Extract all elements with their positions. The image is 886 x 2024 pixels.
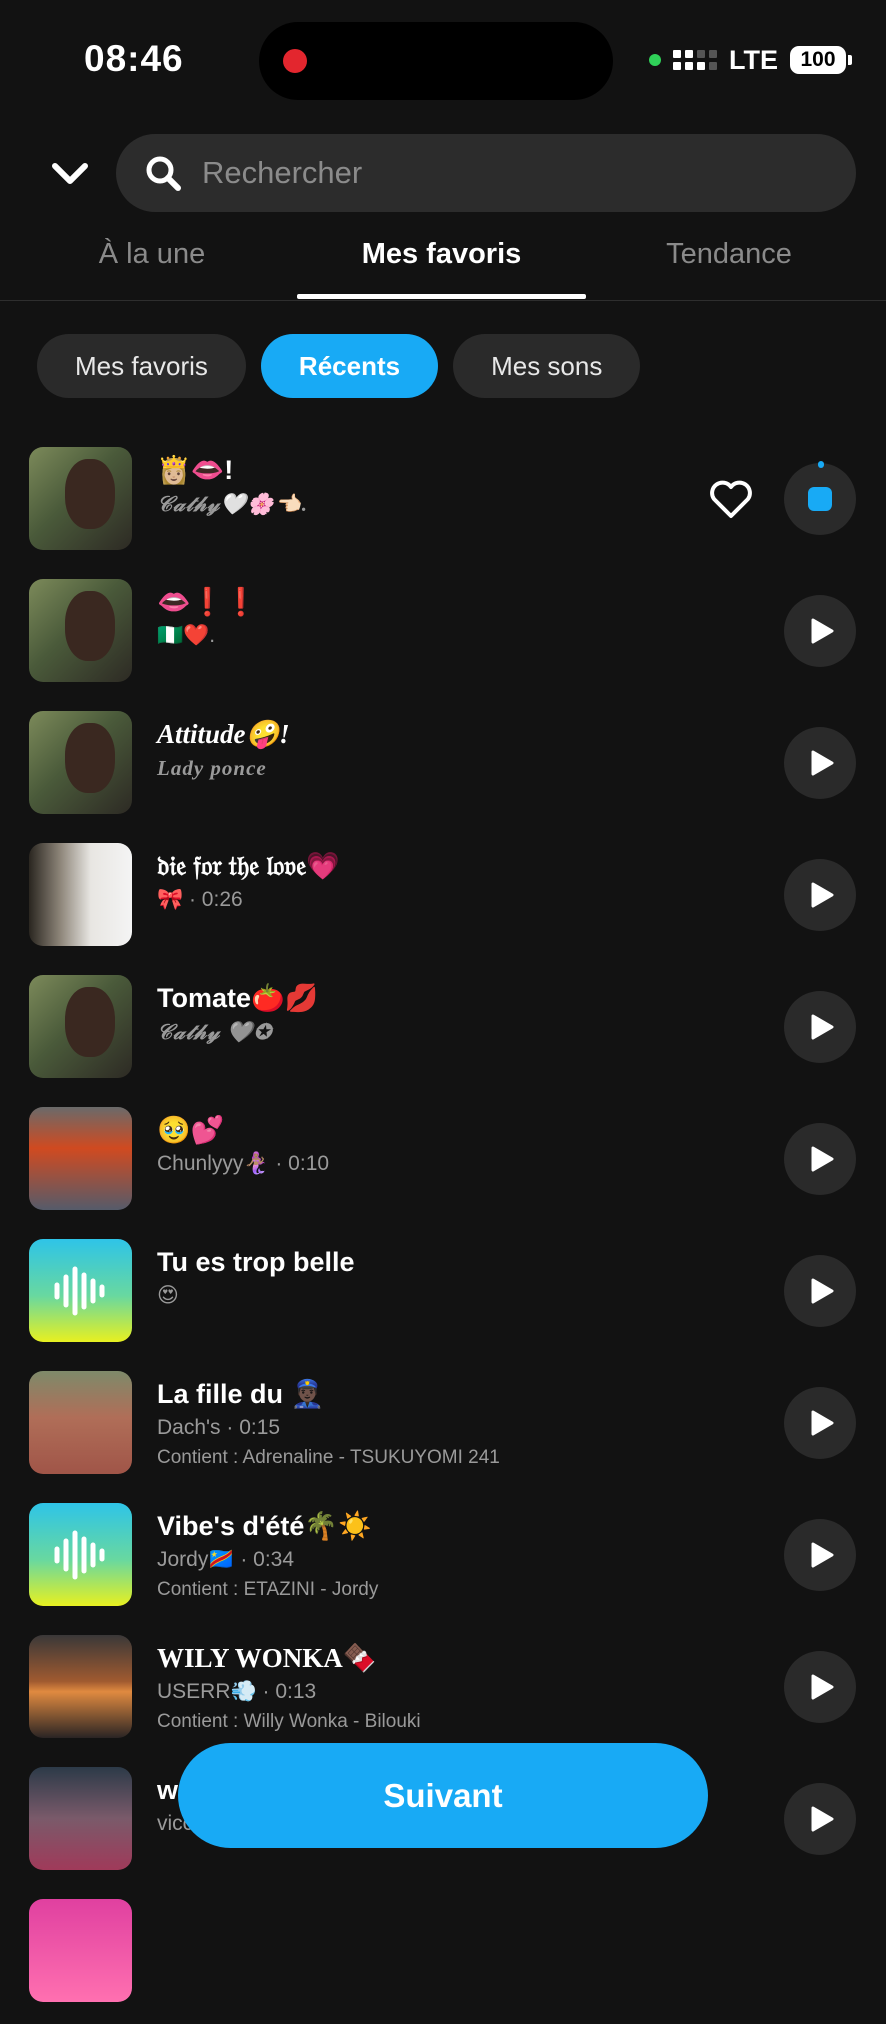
sound-subtitle: 😍: [157, 1284, 179, 1307]
sound-title: 𝔡𝔦𝔢 𝔣𝔬𝔯 𝔱𝔥𝔢 𝔩𝔬𝔳𝔢💗: [157, 851, 340, 881]
sound-subtitle: Dach's · 0:15: [157, 1416, 281, 1439]
play-icon: [811, 750, 834, 776]
sound-row[interactable]: Attitude🤪! Lady ponce: [0, 704, 886, 836]
sound-row[interactable]: [0, 1892, 886, 2024]
play-icon: [811, 1410, 834, 1436]
play-button[interactable]: [784, 991, 856, 1063]
sound-title: 👄❗❗: [157, 587, 258, 617]
main-tabs: À la une Mes favoris Tendance: [0, 230, 886, 301]
play-button[interactable]: [784, 1255, 856, 1327]
heart-outline-icon: [710, 480, 752, 518]
sound-thumbnail: [29, 1767, 132, 1870]
sound-wave-icon: [54, 1266, 104, 1315]
camera-in-use-icon: [649, 54, 661, 66]
sound-thumbnail: [29, 843, 132, 946]
sound-contains: Contient : Willy Wonka - Bilouki: [157, 1711, 421, 1732]
sound-thumbnail: [29, 1503, 132, 1606]
signal-strength-icon: [673, 50, 717, 70]
sound-subtitle: 𝒞𝒶𝓉𝒽𝓎 🩶✪: [157, 1020, 273, 1044]
sound-contains: Contient : Adrenaline - TSUKUYOMI 241: [157, 1447, 500, 1468]
sound-row[interactable]: 𝔡𝔦𝔢 𝔣𝔬𝔯 𝔱𝔥𝔢 𝔩𝔬𝔳𝔢💗 🎀 · 0:26: [0, 836, 886, 968]
next-button[interactable]: Suivant: [178, 1743, 708, 1848]
sound-thumbnail: [29, 579, 132, 682]
sound-subtitle: Lady ponce: [157, 756, 267, 780]
play-icon: [811, 618, 834, 644]
sound-thumbnail: [29, 447, 132, 550]
sound-title: La fille du 👮🏿‍♂️: [157, 1379, 325, 1409]
stop-icon: [808, 487, 832, 511]
playback-progress-indicator: [818, 461, 824, 468]
status-time: 08:46: [84, 38, 184, 79]
sound-title: Tu es trop belle: [157, 1247, 355, 1277]
favorite-button[interactable]: [708, 480, 754, 520]
battery-icon: 100: [790, 46, 852, 74]
sound-title: WILY WONKA🍫: [157, 1643, 377, 1673]
sound-thumbnail: [29, 1899, 132, 2002]
play-icon: [811, 1542, 834, 1568]
sound-row[interactable]: WILY WONKA🍫 USERR💨 · 0:13 Contient : Wil…: [0, 1628, 886, 1760]
search-input[interactable]: [202, 134, 822, 212]
sound-title: Attitude🤪!: [157, 719, 290, 749]
chevron-down-icon: [52, 163, 88, 184]
play-button[interactable]: [784, 595, 856, 667]
collapse-chevron-button[interactable]: [50, 158, 90, 188]
search-icon: [146, 156, 181, 191]
play-button[interactable]: [784, 1387, 856, 1459]
tab-a-la-une[interactable]: À la une: [0, 238, 304, 271]
tab-mes-favoris[interactable]: Mes favoris: [297, 238, 586, 271]
chip-mes-sons[interactable]: Mes sons: [453, 334, 641, 398]
play-icon: [811, 882, 834, 908]
status-bar: 08:46 LTE 100: [0, 0, 886, 120]
sound-contains: Contient : ETAZINI - Jordy: [157, 1579, 379, 1600]
sound-row[interactable]: La fille du 👮🏿‍♂️ Dach's · 0:15 Contient…: [0, 1364, 886, 1496]
sound-title: 👸🏼👄!: [157, 455, 234, 485]
sound-subtitle: 🇳🇬❤️.: [157, 624, 216, 647]
play-button[interactable]: [784, 1783, 856, 1855]
play-button[interactable]: [784, 1123, 856, 1195]
filter-chips: Mes favoris Récents Mes sons: [37, 334, 641, 398]
sound-subtitle: 𝒞𝒶𝓉𝒽𝓎🤍🌸👈🏻.: [157, 492, 308, 516]
sound-row[interactable]: 👄❗❗ 🇳🇬❤️.: [0, 572, 886, 704]
play-button[interactable]: [784, 859, 856, 931]
sound-thumbnail: [29, 1239, 132, 1342]
tab-tendance[interactable]: Tendance: [586, 238, 872, 271]
sound-thumbnail: [29, 975, 132, 1078]
search-bar[interactable]: [116, 134, 856, 212]
play-icon: [811, 1674, 834, 1700]
sound-thumbnail: [29, 1371, 132, 1474]
sound-thumbnail: [29, 711, 132, 814]
dynamic-island: [259, 22, 613, 100]
sound-row[interactable]: Tomate🍅💋 𝒞𝒶𝓉𝒽𝓎 🩶✪: [0, 968, 886, 1100]
sound-title: 🥹💕: [157, 1115, 225, 1145]
sound-row[interactable]: 👸🏼👄! 𝒞𝒶𝓉𝒽𝓎🤍🌸👈🏻.: [0, 440, 886, 572]
sound-thumbnail: [29, 1635, 132, 1738]
play-button[interactable]: [784, 1519, 856, 1591]
recording-indicator-icon: [283, 49, 307, 73]
chip-mes-favoris[interactable]: Mes favoris: [37, 334, 246, 398]
play-icon: [811, 1014, 834, 1040]
sound-subtitle: Chunlyyy🧜🏽‍♀️ · 0:10: [157, 1152, 330, 1175]
sound-title: Tomate🍅💋: [157, 983, 319, 1013]
sound-thumbnail: [29, 1107, 132, 1210]
sound-subtitle: USERR💨 · 0:13: [157, 1680, 317, 1703]
sound-row[interactable]: 🥹💕 Chunlyyy🧜🏽‍♀️ · 0:10: [0, 1100, 886, 1232]
sound-subtitle: Jordy🇨🇩 · 0:34: [157, 1548, 295, 1571]
play-button[interactable]: [784, 727, 856, 799]
stop-button[interactable]: [784, 461, 856, 535]
active-tab-indicator: [297, 294, 586, 299]
play-icon: [811, 1806, 834, 1832]
chip-recents[interactable]: Récents: [260, 334, 439, 398]
network-type: LTE: [729, 44, 778, 75]
sound-subtitle: 🎀 · 0:26: [157, 888, 243, 911]
play-icon: [811, 1146, 834, 1172]
play-icon: [811, 1278, 834, 1304]
sound-title: Vibe's d'été🌴☀️: [157, 1511, 372, 1541]
play-button[interactable]: [784, 1651, 856, 1723]
sound-wave-icon: [54, 1530, 104, 1579]
sound-row[interactable]: Tu es trop belle 😍: [0, 1232, 886, 1364]
status-icons: LTE 100: [649, 44, 852, 76]
sound-row[interactable]: Vibe's d'été🌴☀️ Jordy🇨🇩 · 0:34 Contient …: [0, 1496, 886, 1628]
